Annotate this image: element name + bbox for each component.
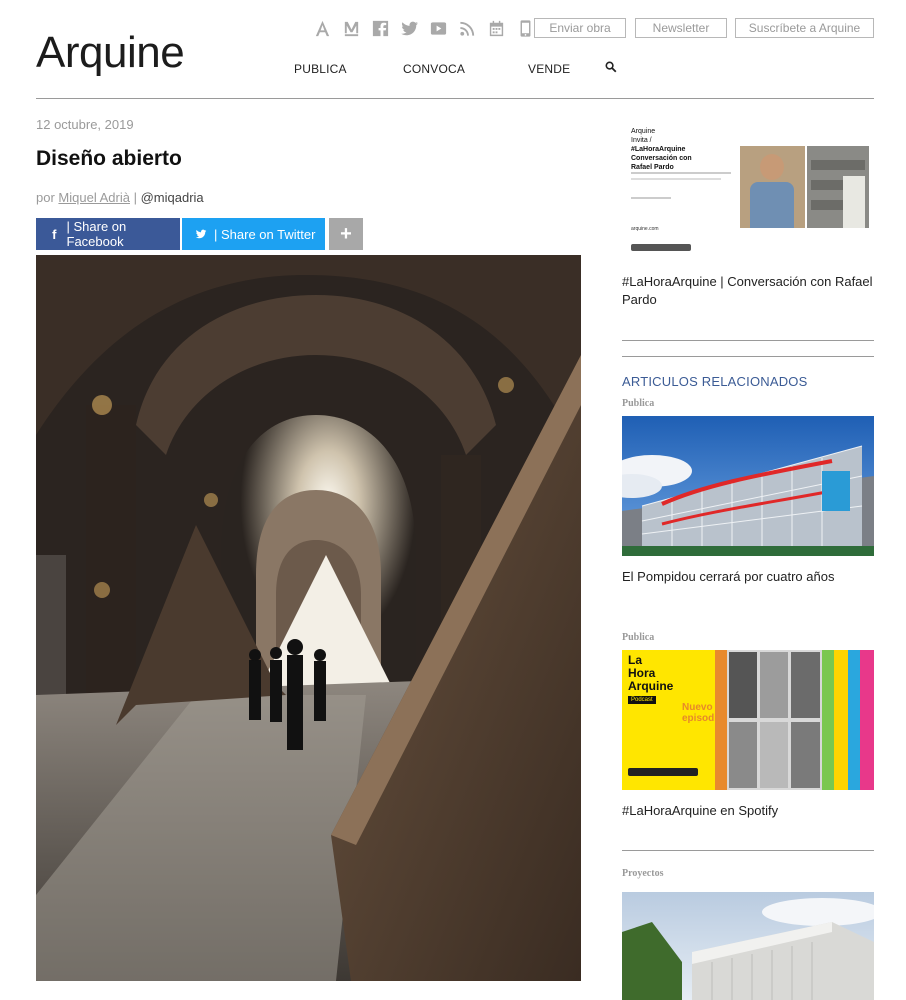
social-icons xyxy=(310,16,542,40)
related-caption[interactable]: El Pompidou cerrará por cuatro años xyxy=(622,568,874,586)
site-logo[interactable]: Arquine xyxy=(36,28,185,78)
article-hero-image xyxy=(36,255,581,981)
byline-prefix: por xyxy=(36,190,55,205)
facebook-f-icon: f xyxy=(52,226,57,242)
twitter-bird-icon xyxy=(188,227,214,242)
category-label[interactable]: Proyectos xyxy=(622,868,663,879)
category-label[interactable]: Publica xyxy=(622,632,654,643)
youtube-icon[interactable] xyxy=(426,16,450,40)
promo-caption[interactable]: #LaHoraArquine | Conversación con Rafael… xyxy=(622,273,874,309)
sidebar-divider xyxy=(622,356,874,357)
nav-vende[interactable]: VENDE xyxy=(528,62,570,76)
share-twitter-label: | Share on Twitter xyxy=(214,226,316,242)
calendar-icon[interactable] xyxy=(484,16,508,40)
podcast-title-3: Arquine xyxy=(628,679,674,693)
arquine-a-icon[interactable] xyxy=(310,16,334,40)
author-handle[interactable]: @miqadria xyxy=(141,190,204,205)
search-icon[interactable] xyxy=(605,61,617,73)
promo-line-4: Conversación con xyxy=(631,155,692,162)
related-articles-title: ARTICULOS RELACIONADOS xyxy=(622,374,808,389)
header-divider xyxy=(36,98,874,99)
nav-publica[interactable]: PUBLICA xyxy=(294,62,347,76)
promo-image-rafael-pardo[interactable]: Arquine Invita / #LaHoraArquine Conversa… xyxy=(622,122,874,267)
promo-line-5: Rafael Pardo xyxy=(631,164,674,171)
promo-line-2: Invita / xyxy=(631,137,652,144)
promo-line-3: #LaHoraArquine xyxy=(631,146,686,153)
share-twitter-button[interactable]: | Share on Twitter xyxy=(182,218,325,250)
byline: por Miquel Adrià | @miqadria xyxy=(36,190,204,205)
proyectos-thumbnail[interactable] xyxy=(622,892,874,1000)
pompidou-thumbnail[interactable] xyxy=(622,416,874,556)
enviar-obra-button[interactable]: Enviar obra xyxy=(534,18,626,38)
promo-url: arquine.com xyxy=(631,226,659,232)
article-title: Diseño abierto xyxy=(36,147,182,170)
podcast-badge: Podcast xyxy=(628,696,656,704)
share-more-button[interactable]: + xyxy=(329,218,363,250)
sidebar-divider xyxy=(622,340,874,341)
byline-separator: | xyxy=(133,190,137,205)
portrait-photo xyxy=(740,146,805,228)
share-facebook-button[interactable]: f | Share on Facebook xyxy=(36,218,180,250)
promo-line-1: Arquine xyxy=(631,128,656,135)
sidebar-divider xyxy=(622,850,874,851)
newsletter-button[interactable]: Newsletter xyxy=(635,18,727,38)
related-caption[interactable]: #LaHoraArquine en Spotify xyxy=(622,802,874,820)
facebook-icon[interactable] xyxy=(368,16,392,40)
podcast-thumbnail[interactable]: La Hora Arquine Podcast Nuevo episodio xyxy=(622,650,874,790)
building-photo xyxy=(807,146,869,228)
arquine-m-icon[interactable] xyxy=(339,16,363,40)
share-facebook-label: | Share on Facebook xyxy=(66,219,127,249)
nav-convoca[interactable]: CONVOCA xyxy=(403,62,465,76)
twitter-icon[interactable] xyxy=(397,16,421,40)
article-date: 12 octubre, 2019 xyxy=(36,117,134,132)
category-label[interactable]: Publica xyxy=(622,398,654,409)
suscribete-button[interactable]: Suscríbete a Arquine xyxy=(735,18,874,38)
author-link[interactable]: Miquel Adrià xyxy=(58,190,130,205)
rss-icon[interactable] xyxy=(455,16,479,40)
